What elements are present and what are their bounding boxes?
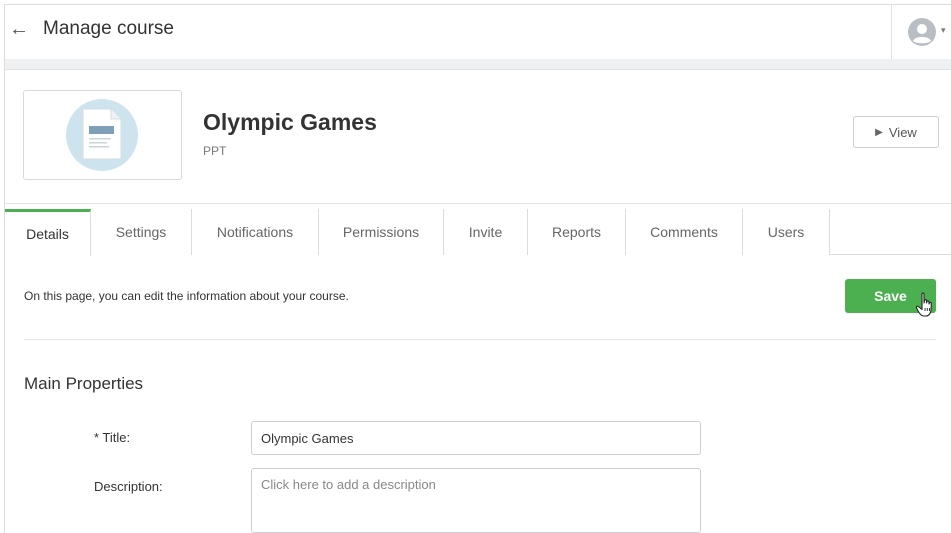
section-divider (24, 339, 936, 340)
top-bar: ← Manage course ▾ (5, 5, 951, 60)
tab-invite[interactable]: Invite (444, 209, 528, 255)
tab-notifications[interactable]: Notifications (192, 209, 319, 255)
tab-label: Invite (468, 224, 503, 240)
account-menu[interactable]: ▾ (891, 5, 951, 59)
user-avatar-icon[interactable] (908, 18, 936, 46)
course-header: Olympic Games PPT ▶ View (5, 70, 951, 204)
tab-settings[interactable]: Settings (91, 209, 192, 255)
back-arrow-icon[interactable]: ← (9, 17, 29, 41)
view-button-label: View (888, 124, 917, 140)
chevron-down-icon[interactable]: ▾ (941, 25, 946, 36)
course-type: PPT (203, 144, 227, 158)
title-input[interactable] (251, 421, 701, 455)
tab-bar: Details Settings Notifications Permissio… (5, 209, 951, 256)
tab-label: Users (767, 224, 805, 240)
section-title: Main Properties (24, 374, 144, 393)
page-title: Manage course (43, 18, 174, 39)
tab-label: Comments (650, 224, 718, 240)
tab-users[interactable]: Users (743, 209, 830, 255)
tab-permissions[interactable]: Permissions (319, 209, 444, 255)
tab-label: Permissions (342, 224, 420, 240)
view-button[interactable]: ▶ View (853, 116, 939, 148)
description-input[interactable] (251, 468, 701, 533)
tab-label: Details (26, 226, 69, 242)
tab-details[interactable]: Details (5, 209, 91, 256)
app-window: ← Manage course ▾ Olympic Games PPT ▶ Vi… (4, 4, 951, 533)
hand-pointer-icon (915, 292, 932, 317)
tab-bar-filler (830, 209, 951, 255)
course-title: Olympic Games (203, 109, 377, 135)
document-icon (82, 108, 122, 160)
header-separator (5, 59, 951, 70)
tab-label: Notifications (216, 224, 294, 240)
play-icon: ▶ (875, 126, 883, 138)
tab-label: Settings (115, 224, 167, 240)
course-thumbnail (23, 90, 182, 180)
tab-label: Reports (551, 224, 602, 240)
title-label: * Title: (94, 430, 131, 445)
tab-reports[interactable]: Reports (528, 209, 626, 255)
tab-comments[interactable]: Comments (626, 209, 743, 255)
description-label: Description: (94, 479, 163, 494)
intro-text: On this page, you can edit the informati… (24, 289, 349, 303)
